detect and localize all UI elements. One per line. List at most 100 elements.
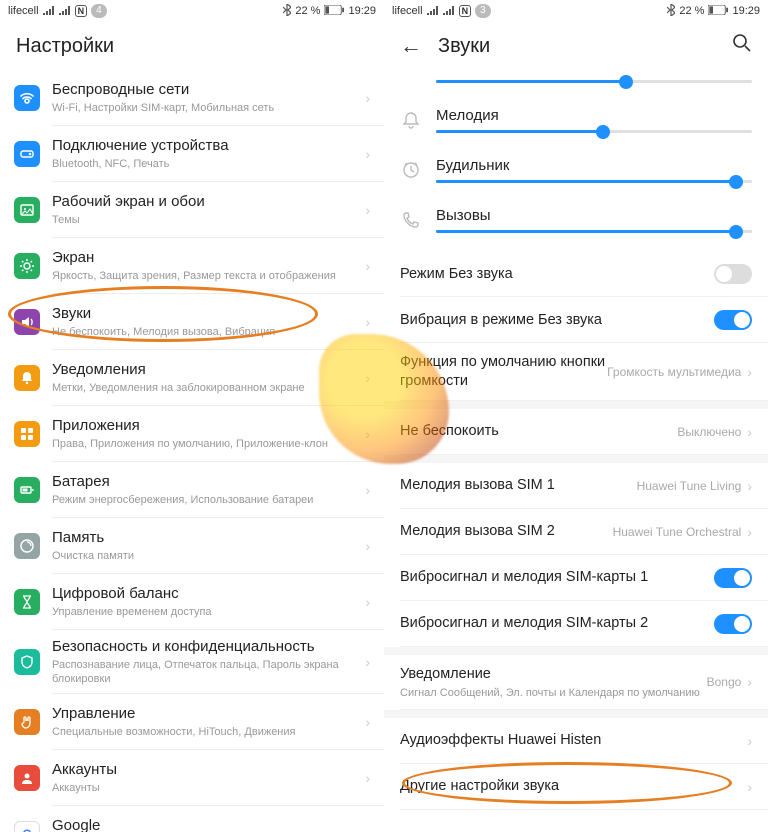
setting-row[interactable]: Вибросигнал и мелодия SIM-карты 1 xyxy=(384,555,768,601)
slider-track[interactable] xyxy=(436,180,752,183)
row-subtitle: Метки, Уведомления на заблокированном эк… xyxy=(52,381,359,395)
row-title: Google xyxy=(52,817,359,832)
toggle-switch[interactable] xyxy=(714,264,752,284)
setting-title: Не беспокоить xyxy=(400,422,677,441)
row-title: Приложения xyxy=(52,417,359,436)
settings-row-storage[interactable]: Память Очистка памяти › xyxy=(0,518,384,574)
setting-row[interactable]: Мелодия вызова SIM 2Huawei Tune Orchestr… xyxy=(384,509,768,555)
row-subtitle: Яркость, Защита зрения, Размер текста и … xyxy=(52,269,359,283)
row-subtitle: Права, Приложения по умолчанию, Приложен… xyxy=(52,437,359,451)
signal-icon xyxy=(427,5,439,18)
setting-row[interactable]: Не беспокоитьВыключено› xyxy=(384,409,768,455)
back-button[interactable]: ← xyxy=(400,33,422,59)
settings-list[interactable]: Беспроводные сети Wi-Fi, Настройки SIM-к… xyxy=(0,70,384,832)
status-bar: lifecell N 3 22 % 19:29 xyxy=(384,0,768,22)
setting-row[interactable]: Режим Без звука xyxy=(384,251,768,297)
battery-icon xyxy=(324,5,344,18)
setting-row[interactable]: Другие настройки звука› xyxy=(384,764,768,810)
settings-row-shield[interactable]: Безопасность и конфиденциальность Распоз… xyxy=(0,630,384,694)
volume-sliders: Мелодия Будильник Вызовы xyxy=(384,70,768,251)
chevron-right-icon: › xyxy=(365,258,370,274)
settings-row-link[interactable]: Подключение устройства Bluetooth, NFC, П… xyxy=(0,126,384,182)
setting-row[interactable]: Вибрация в режиме Без звука xyxy=(384,297,768,343)
battery-icon xyxy=(14,477,40,503)
row-title: Беспроводные сети xyxy=(52,81,359,100)
volume-slider-phone[interactable]: Вызовы xyxy=(400,201,752,251)
status-bar: lifecell N 4 22 % 19:29 xyxy=(0,0,384,22)
settings-row-apps[interactable]: Приложения Права, Приложения по умолчани… xyxy=(0,406,384,462)
setting-value: Громкость мультимедиа xyxy=(607,365,741,379)
settings-row-hand[interactable]: Управление Специальные возможности, HiTo… xyxy=(0,694,384,750)
chevron-right-icon: › xyxy=(365,538,370,554)
chevron-right-icon: › xyxy=(747,733,752,749)
row-subtitle: Режим энергосбережения, Использование ба… xyxy=(52,493,359,507)
setting-subtitle: Сигнал Сообщений, Эл. почты и Календаря … xyxy=(400,686,707,700)
settings-row-battery[interactable]: Батарея Режим энергосбережения, Использо… xyxy=(0,462,384,518)
settings-row-sun[interactable]: Экран Яркость, Защита зрения, Размер тек… xyxy=(0,238,384,294)
slider-track[interactable] xyxy=(436,230,752,233)
row-title: Память xyxy=(52,529,359,548)
settings-row-wifi[interactable]: Беспроводные сети Wi-Fi, Настройки SIM-к… xyxy=(0,70,384,126)
toggle-switch[interactable] xyxy=(714,310,752,330)
chevron-right-icon: › xyxy=(365,314,370,330)
settings-row-user[interactable]: Аккаунты Аккаунты › xyxy=(0,750,384,806)
row-title: Подключение устройства xyxy=(52,137,359,156)
storage-icon xyxy=(14,533,40,559)
slider-track[interactable] xyxy=(436,80,752,83)
volume-slider-bell[interactable]: Мелодия xyxy=(400,101,752,151)
volume-slider-media[interactable] xyxy=(400,74,752,101)
setting-row[interactable]: Аудиоэффекты Huawei Histen› xyxy=(384,718,768,764)
time-label: 19:29 xyxy=(348,5,376,17)
signal-icon xyxy=(59,5,71,18)
page-title: Звуки xyxy=(438,35,490,58)
volume-slider-clock[interactable]: Будильник xyxy=(400,151,752,201)
battery-label: 22 % xyxy=(295,5,320,17)
slider-label: Мелодия xyxy=(436,107,752,124)
row-subtitle: Аккаунты xyxy=(52,781,359,795)
toggle-switch[interactable] xyxy=(714,614,752,634)
row-subtitle: Распознавание лица, Отпечаток пальца, Па… xyxy=(52,658,359,687)
wifi-icon xyxy=(14,85,40,111)
settings-row-image[interactable]: Рабочий экран и обои Темы › xyxy=(0,182,384,238)
settings-row-hourglass[interactable]: Цифровой баланс Управление временем дост… xyxy=(0,574,384,630)
slider-label: Вызовы xyxy=(436,207,752,224)
slider-track[interactable] xyxy=(436,130,752,133)
setting-title: Вибрация в режиме Без звука xyxy=(400,311,708,330)
row-title: Управление xyxy=(52,705,359,724)
setting-value: Bongo xyxy=(707,675,742,689)
setting-title: Функция по умолчанию кнопки громкости xyxy=(400,353,607,391)
settings-row-bell[interactable]: Уведомления Метки, Уведомления на заблок… xyxy=(0,350,384,406)
page-title: Настройки xyxy=(16,35,114,58)
chevron-right-icon: › xyxy=(365,654,370,670)
setting-row[interactable]: Функция по умолчанию кнопки громкостиГро… xyxy=(384,343,768,401)
row-subtitle: Специальные возможности, HiTouch, Движен… xyxy=(52,725,359,739)
setting-row[interactable]: Вибросигнал и мелодия SIM-карты 2 xyxy=(384,601,768,647)
section-divider xyxy=(384,401,768,409)
chevron-right-icon: › xyxy=(365,370,370,386)
phone-icon xyxy=(400,210,422,230)
row-subtitle: Bluetooth, NFC, Печать xyxy=(52,157,359,171)
setting-title: Другие настройки звука xyxy=(400,777,741,796)
search-button[interactable] xyxy=(732,33,752,59)
setting-title: Уведомление xyxy=(400,665,707,684)
row-title: Экран xyxy=(52,249,359,268)
settings-screen: lifecell N 4 22 % 19:29 Настройки Беспро… xyxy=(0,0,384,832)
app-bar: Настройки xyxy=(0,22,384,70)
sounds-screen: lifecell N 3 22 % 19:29 ← Звуки Мелодия … xyxy=(384,0,768,832)
notification-count: 4 xyxy=(91,4,107,18)
chevron-right-icon: › xyxy=(747,524,752,540)
setting-row[interactable]: Мелодия вызова SIM 1Huawei Tune Living› xyxy=(384,463,768,509)
settings-row-google[interactable]: G Google Сервисы Google › xyxy=(0,806,384,832)
row-subtitle: Не беспокоить, Мелодия вызова, Вибрация xyxy=(52,325,359,339)
row-subtitle: Управление временем доступа xyxy=(52,605,359,619)
toggle-switch[interactable] xyxy=(714,568,752,588)
apps-icon xyxy=(14,421,40,447)
section-divider xyxy=(384,455,768,463)
row-title: Уведомления xyxy=(52,361,359,380)
chevron-right-icon: › xyxy=(365,594,370,610)
setting-value: Выключено xyxy=(677,425,741,439)
setting-row[interactable]: Уведомление Сигнал Сообщений, Эл. почты и… xyxy=(384,655,768,710)
setting-value: Huawei Tune Orchestral xyxy=(613,525,742,539)
settings-row-sound[interactable]: Звуки Не беспокоить, Мелодия вызова, Виб… xyxy=(0,294,384,350)
sound-settings-list[interactable]: Режим Без звука Вибрация в режиме Без зву… xyxy=(384,251,768,810)
